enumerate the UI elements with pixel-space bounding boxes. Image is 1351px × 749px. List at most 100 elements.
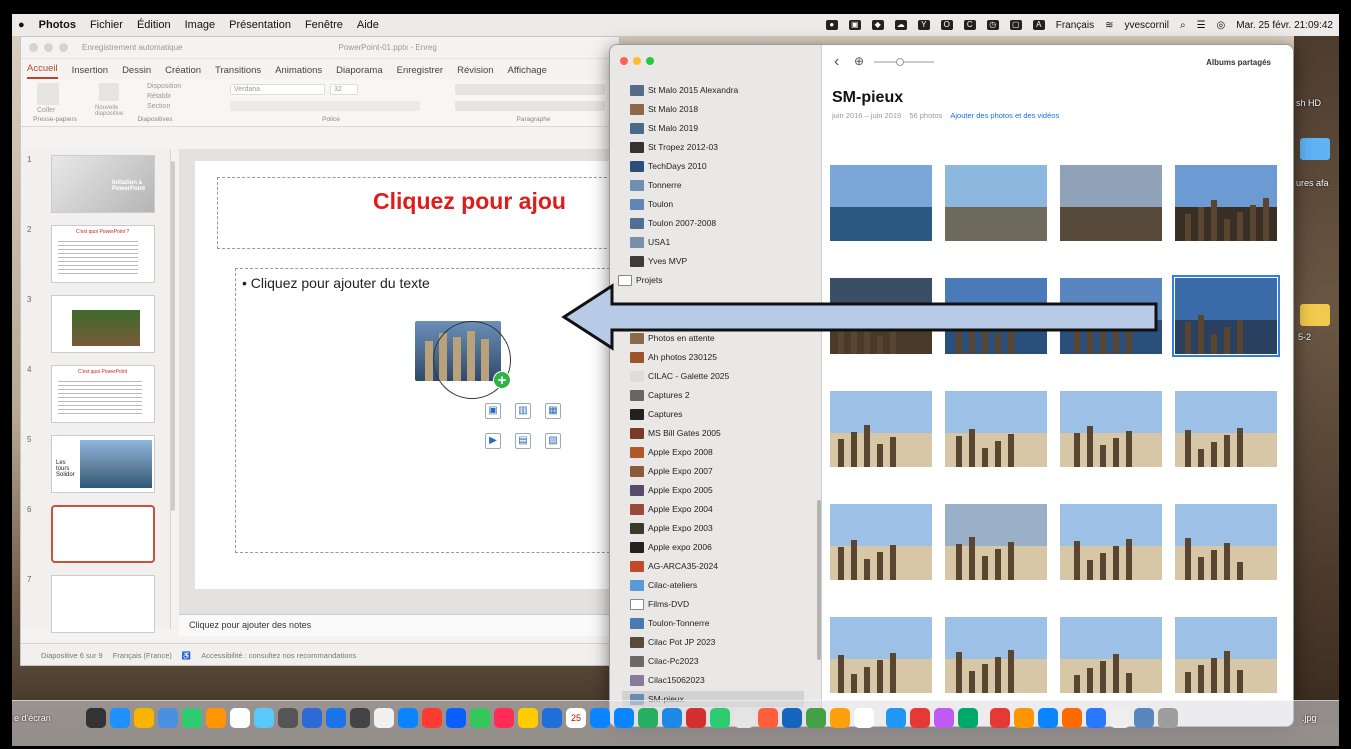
menu-fenetre[interactable]: Fenêtre — [305, 19, 343, 31]
yi-icon[interactable]: Y — [917, 20, 930, 30]
control-center-icon[interactable]: ☰ — [1197, 20, 1206, 31]
window-icon[interactable]: ▢ — [1009, 20, 1022, 30]
album-item[interactable]: Toulon — [630, 196, 673, 212]
section-button[interactable]: Section — [147, 103, 170, 110]
add-photos-link[interactable]: Ajouter des photos et des vidéos — [950, 111, 1059, 120]
app-icon[interactable] — [374, 708, 394, 728]
photo-thumbnail[interactable] — [1060, 617, 1162, 693]
photo-thumbnail[interactable] — [945, 617, 1047, 693]
album-item[interactable]: St Malo 2018 — [630, 101, 698, 117]
app-icon[interactable] — [806, 708, 826, 728]
sidebar-scrollbar[interactable] — [817, 500, 821, 660]
photo-thumbnail[interactable] — [830, 617, 932, 693]
insert-chart-icon[interactable]: ▥ — [515, 403, 531, 419]
album-item[interactable]: Toulon 2007-2008 — [630, 215, 716, 231]
app-icon[interactable] — [990, 708, 1010, 728]
dock-label-left[interactable]: e d'écran — [14, 713, 51, 723]
album-item[interactable]: Captures 2 — [630, 387, 690, 403]
app-icon[interactable] — [590, 708, 610, 728]
tab-enregistrer[interactable]: Enregistrer — [397, 65, 443, 79]
app-icon[interactable] — [158, 708, 178, 728]
input-language[interactable]: Français — [1056, 20, 1094, 31]
insert-smartart-icon[interactable]: ▧ — [545, 433, 561, 449]
app-icon[interactable] — [110, 708, 130, 728]
photo-thumbnail[interactable] — [945, 165, 1047, 241]
photo-thumbnail[interactable] — [830, 504, 932, 580]
app-icon[interactable] — [910, 708, 930, 728]
tab-diaporama[interactable]: Diaporama — [336, 65, 382, 79]
tab-animations[interactable]: Animations — [275, 65, 322, 79]
app-icon[interactable] — [734, 708, 754, 728]
slide-title[interactable]: Cliquez pour ajou — [373, 188, 566, 215]
pin-icon[interactable]: ⊕ — [854, 54, 864, 68]
app-icon[interactable] — [446, 708, 466, 728]
app-icon[interactable] — [278, 708, 298, 728]
close-icon[interactable] — [29, 43, 38, 52]
clock-icon[interactable]: ◷ — [986, 20, 999, 30]
autosave-label[interactable]: Enregistrement automatique — [82, 43, 183, 52]
app-icon[interactable] — [518, 708, 538, 728]
o-icon[interactable]: O — [940, 20, 953, 30]
app-icon[interactable] — [638, 708, 658, 728]
clock-text[interactable]: Mar. 25 févr. 21:09:42 — [1236, 20, 1333, 31]
paste-icon[interactable] — [37, 83, 59, 105]
zoom-icon[interactable] — [646, 57, 654, 65]
app-icon[interactable] — [854, 708, 874, 728]
spotlight-icon[interactable]: ⌕ — [1180, 20, 1186, 31]
app-icon[interactable] — [494, 708, 514, 728]
app-icon[interactable] — [230, 708, 250, 728]
app-icon[interactable] — [782, 708, 802, 728]
close-icon[interactable] — [620, 57, 628, 65]
menu-image[interactable]: Image — [185, 19, 216, 31]
insert-picture-icon[interactable]: ▣ — [485, 403, 501, 419]
tab-creation[interactable]: Création — [165, 65, 201, 79]
photo-thumbnail[interactable] — [1175, 617, 1277, 693]
screen-icon[interactable]: ▣ — [848, 20, 861, 30]
slide-thumb-2[interactable]: C'est quoi PowerPoint ? — [51, 225, 155, 283]
language-status[interactable]: Français (France) — [113, 651, 172, 660]
album-item[interactable]: Cilac-Pc2023 — [630, 653, 699, 669]
photo-thumbnail[interactable] — [945, 391, 1047, 467]
photo-thumbnail[interactable] — [830, 391, 932, 467]
photo-thumbnail[interactable] — [945, 504, 1047, 580]
menu-app-name[interactable]: Photos — [39, 19, 76, 31]
desktop-item-label[interactable]: ures afa — [1296, 178, 1329, 188]
list-buttons[interactable] — [455, 84, 605, 95]
desktop-item-label[interactable]: 5-2 — [1298, 332, 1311, 342]
tab-affichage[interactable]: Affichage — [508, 65, 547, 79]
zoom-slider-knob[interactable] — [896, 58, 904, 66]
insert-grid-icon[interactable]: ▤ — [515, 433, 531, 449]
insert-video-icon[interactable]: ▶ — [485, 433, 501, 449]
menu-aide[interactable]: Aide — [357, 19, 379, 31]
app-icon[interactable] — [542, 708, 562, 728]
photo-thumbnail[interactable] — [1175, 165, 1277, 241]
app-status-icon[interactable]: ◆ — [871, 20, 884, 30]
folder-icon[interactable] — [1300, 304, 1330, 326]
tab-transitions[interactable]: Transitions — [215, 65, 261, 79]
siri-icon[interactable]: ◎ — [1217, 20, 1226, 31]
app-icon[interactable] — [1134, 708, 1154, 728]
album-item[interactable]: Captures — [630, 406, 683, 422]
desktop-item-label[interactable]: sh HD — [1296, 98, 1321, 108]
photo-thumbnail[interactable] — [1060, 165, 1162, 241]
album-item[interactable]: AG-ARCA35-2024 — [630, 558, 718, 574]
app-icon[interactable] — [86, 708, 106, 728]
app-icon[interactable] — [422, 708, 442, 728]
title-placeholder[interactable]: Cliquez pour ajou — [217, 177, 619, 249]
app-icon[interactable] — [1110, 708, 1130, 728]
app-icon[interactable] — [1014, 708, 1034, 728]
wifi-icon[interactable]: ≋ — [1105, 20, 1113, 31]
app-icon[interactable] — [830, 708, 850, 728]
album-item[interactable]: Cilac15062023 — [630, 672, 705, 688]
paste-button[interactable]: Coller — [37, 107, 55, 114]
app-icon[interactable] — [934, 708, 954, 728]
record-icon[interactable]: ● — [825, 20, 838, 30]
app-icon[interactable] — [710, 708, 730, 728]
slide-thumb-4[interactable]: C'est quoi PowerPoint — [51, 365, 155, 423]
notes-placeholder[interactable]: Cliquez pour ajouter des notes — [189, 620, 311, 630]
c-icon[interactable]: C — [963, 20, 976, 30]
reset-button[interactable]: Rétablir — [147, 93, 171, 100]
album-item[interactable]: Films-DVD — [630, 596, 689, 612]
apple-menu-icon[interactable]: ● — [18, 19, 25, 31]
app-icon[interactable] — [614, 708, 634, 728]
